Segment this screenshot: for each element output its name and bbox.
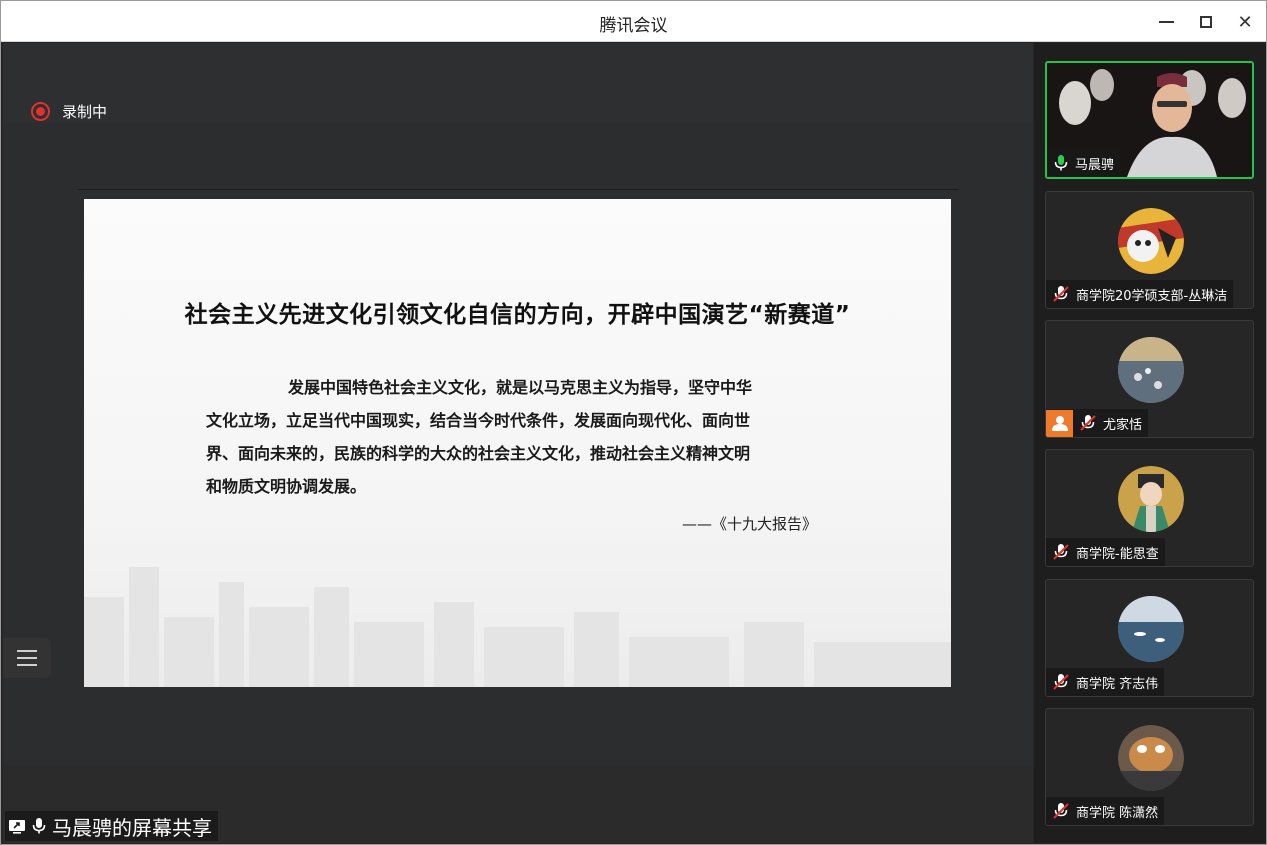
participant-name-bar: 商学院 陈潇然 bbox=[1046, 797, 1165, 825]
slide-body-line: 发展中国特色社会主义文化，就是以马克思主义为指导，坚守中华 bbox=[288, 378, 753, 397]
minimize-button[interactable] bbox=[1153, 9, 1179, 35]
participant-tile[interactable]: 商学院 齐志伟 bbox=[1045, 579, 1254, 697]
recording-indicator[interactable]: 录制中 bbox=[31, 101, 107, 122]
person-icon bbox=[1051, 416, 1068, 431]
recording-label: 录制中 bbox=[62, 103, 108, 121]
participant-name-bar: 商学院-能思查 bbox=[1046, 538, 1165, 566]
participant-name: 商学院 齐志伟 bbox=[1076, 676, 1159, 692]
participant-avatar bbox=[1118, 596, 1184, 662]
participant-name-bar: 马晨骋 bbox=[1047, 149, 1121, 177]
stage-top-area bbox=[3, 43, 1033, 123]
host-badge bbox=[1046, 409, 1073, 437]
slide-body-line: 文化立场，立足当代中国现实，结合当今时代条件，发展面向现代化、面向世 bbox=[206, 411, 751, 430]
slide-body: 发展中国特色社会主义文化，就是以马克思主义为指导，坚守中华 文化立场，立足当代中… bbox=[206, 371, 826, 503]
window-title: 腾讯会议 bbox=[599, 16, 668, 36]
share-label-text: 马晨骋的屏幕共享 bbox=[52, 815, 212, 840]
microphone-muted-icon bbox=[1080, 415, 1096, 431]
participant-tile[interactable]: 商学院-能思查 bbox=[1045, 449, 1254, 567]
participant-avatar bbox=[1118, 466, 1184, 532]
list-icon-line bbox=[17, 664, 37, 666]
participant-avatar bbox=[1118, 208, 1184, 274]
screen-share-label: 马晨骋的屏幕共享 bbox=[5, 811, 218, 841]
slide-source: ——《十九大报告》 bbox=[682, 515, 818, 533]
shared-slide: 社会主义先进文化引领文化自信的方向，开辟中国演艺“新赛道” 发展中国特色社会主义… bbox=[84, 199, 951, 687]
participant-name: 马晨骋 bbox=[1075, 157, 1115, 173]
slide-top-border bbox=[77, 189, 959, 190]
minimize-icon bbox=[1158, 21, 1174, 23]
participant-avatar bbox=[1118, 337, 1184, 403]
participant-name: 商学院20学硕支部-丛琳洁 bbox=[1076, 288, 1228, 304]
meeting-window: 腾讯会议 ✕ 录制中 社会主义先进文化引领文化自信的方向，开辟中国演艺“新赛道”… bbox=[0, 0, 1267, 845]
participant-avatar bbox=[1118, 725, 1184, 791]
slide-body-line: 界、面向未来的，民族的科学的大众的社会主义文化，推动社会主义精神文明 bbox=[206, 444, 751, 463]
participants-panel: 马晨骋 商学院20学硕支部-丛琳洁 尤家恬 商学院-能思查 商学院 齐志伟 商学… bbox=[1034, 43, 1266, 843]
microphone-icon bbox=[32, 818, 46, 834]
microphone-muted-icon bbox=[1053, 544, 1069, 560]
list-icon-line bbox=[17, 650, 37, 652]
participant-name: 商学院 陈潇然 bbox=[1076, 805, 1159, 821]
participant-name: 商学院-能思查 bbox=[1076, 546, 1159, 562]
participant-name-bar: 尤家恬 bbox=[1046, 409, 1149, 437]
close-button[interactable]: ✕ bbox=[1232, 9, 1258, 35]
participant-tile[interactable]: 商学院20学硕支部-丛琳洁 bbox=[1045, 191, 1254, 309]
participant-name-bar: 商学院 齐志伟 bbox=[1046, 668, 1165, 696]
microphone-muted-icon bbox=[1053, 674, 1069, 690]
list-icon-line bbox=[17, 657, 37, 659]
participant-name: 尤家恬 bbox=[1103, 417, 1143, 433]
maximize-button[interactable] bbox=[1193, 9, 1219, 35]
city-background-image bbox=[84, 567, 951, 687]
microphone-muted-icon bbox=[1053, 803, 1069, 819]
participant-tile[interactable]: 尤家恬 bbox=[1045, 320, 1254, 438]
record-icon bbox=[31, 102, 50, 121]
slide-title: 社会主义先进文化引领文化自信的方向，开辟中国演艺“新赛道” bbox=[184, 302, 851, 328]
slide-body-line: 和物质文明协调发展。 bbox=[206, 477, 367, 496]
participant-tile[interactable]: 商学院 陈潇然 bbox=[1045, 708, 1254, 826]
participant-name-bar: 商学院20学硕支部-丛琳洁 bbox=[1046, 280, 1234, 308]
member-list-button[interactable] bbox=[3, 638, 51, 678]
microphone-on-icon bbox=[1054, 155, 1068, 171]
maximize-icon bbox=[1200, 16, 1212, 28]
participant-tile[interactable]: 马晨骋 bbox=[1045, 61, 1254, 179]
microphone-muted-icon bbox=[1053, 286, 1069, 302]
title-bar: 腾讯会议 ✕ bbox=[1, 1, 1266, 42]
screen-share-icon bbox=[9, 820, 25, 834]
screen-share-stage: 录制中 社会主义先进文化引领文化自信的方向，开辟中国演艺“新赛道” 发展中国特色… bbox=[3, 43, 1033, 843]
